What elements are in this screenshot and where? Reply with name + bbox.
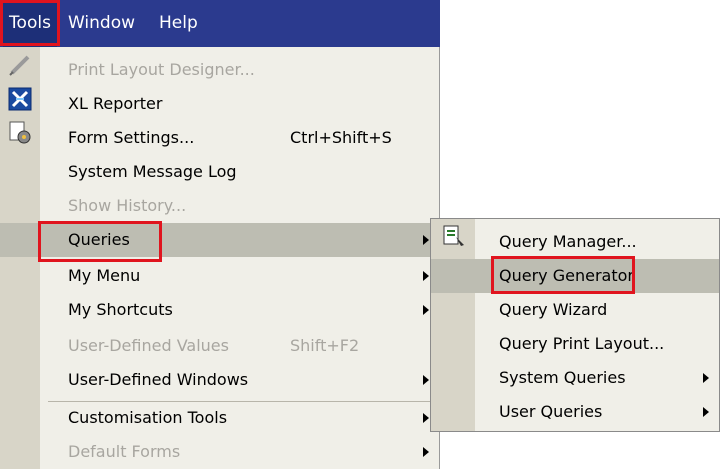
submenu-arrow-icon [423,447,429,457]
submenu-arrow-icon [423,235,429,245]
menu-item-user-defined-windows[interactable]: User-Defined Windows [40,363,439,397]
queries-submenu: Query Manager... Query Generator Query W… [430,218,720,432]
menu-item-default-forms: Default Forms [40,435,439,469]
pencil-icon [9,55,30,76]
submenu-arrow-icon [703,373,709,383]
submenu-arrow-icon [423,305,429,315]
xl-reporter-icon [8,87,32,111]
submenu-item-query-generator[interactable]: Query Generator [431,259,719,293]
submenu-item-query-print-layout[interactable]: Query Print Layout... [431,327,719,361]
menu-item-my-menu[interactable]: My Menu [40,259,439,293]
menubar-window[interactable]: Window [68,0,135,47]
submenu-item-user-queries[interactable]: User Queries [431,395,719,429]
submenu-arrow-icon [703,407,709,417]
menu-item-form-settings[interactable]: Form Settings... Ctrl+Shift+S [40,121,439,155]
submenu-arrow-icon [423,271,429,281]
menu-item-user-defined-values: User-Defined Values Shift+F2 [40,329,439,363]
tools-menu: Print Layout Designer... XL Reporter For… [0,47,440,469]
submenu-item-query-wizard[interactable]: Query Wizard [431,293,719,327]
submenu-arrow-icon [423,375,429,385]
menu-item-my-shortcuts[interactable]: My Shortcuts [40,293,439,327]
menu-item-queries[interactable]: Queries [0,223,439,257]
menu-item-customisation-tools[interactable]: Customisation Tools [40,401,439,435]
menu-bar: Tools Window Help [0,0,440,47]
shortcut-text: Ctrl+Shift+S [290,128,392,147]
form-settings-icon [9,121,31,144]
submenu-item-system-queries[interactable]: System Queries [431,361,719,395]
menu-item-system-message-log[interactable]: System Message Log [40,155,439,189]
menu-item-print-layout-designer: Print Layout Designer... [68,60,255,79]
menu-item-show-history: Show History... [68,196,187,215]
shortcut-text: Shift+F2 [290,336,360,355]
submenu-arrow-icon [423,413,429,423]
submenu-item-query-manager[interactable]: Query Manager... [431,225,719,259]
menu-item-xl-reporter[interactable]: XL Reporter [40,87,439,121]
menubar-help[interactable]: Help [159,0,198,47]
menubar-tools[interactable]: Tools [3,0,57,47]
